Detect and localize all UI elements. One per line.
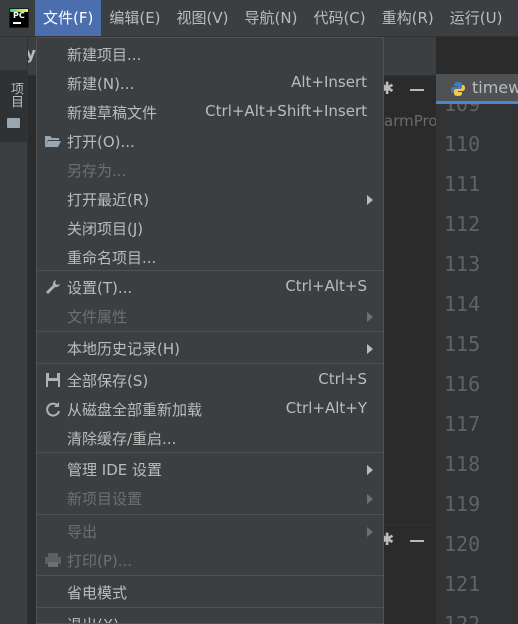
menu-run[interactable]: 运行(U) [442,0,511,36]
line-number: 109 [444,104,481,116]
editor-tab[interactable]: timew [436,74,518,104]
line-number-gutter: 109 110 111 112 113 114 115 116 117 118 … [436,104,518,624]
submenu-arrow-icon [367,312,373,322]
menu-separator [37,514,383,515]
line-number: 121 [444,572,481,596]
menu-item-label: 文件属性 [67,308,128,326]
editor-tab-name: timew [472,78,518,97]
menu-code[interactable]: 代码(C) [305,0,373,36]
save-icon [46,373,60,387]
menu-file[interactable]: 文件(F) [35,0,102,36]
submenu-arrow-icon [367,344,373,354]
menu-item-label: 新建(N)... [67,75,135,93]
print-icon [45,553,61,567]
menu-separator [37,452,383,453]
menu-item-manage-ide-settings[interactable]: 管理 IDE 设置 [37,455,383,484]
line-number: 122 [444,612,481,624]
menu-item-label: 从磁盘全部重新加载 [67,401,203,419]
menu-item-label: 新项目设置 [67,490,143,508]
line-number: 111 [444,172,481,196]
menu-view[interactable]: 视图(V) [169,0,237,36]
menu-item-new-project[interactable]: 新建项目... [37,40,383,69]
menu-item-shortcut: Alt+Insert [291,73,367,91]
menu-refactor[interactable]: 重构(R) [374,0,442,36]
file-menu-dropdown: 新建项目... 新建(N)... Alt+Insert 新建草稿文件 Ctrl+… [36,37,384,624]
menu-item-reload-all[interactable]: 从磁盘全部重新加载 Ctrl+Alt+Y [37,395,383,424]
menu-item-new[interactable]: 新建(N)... Alt+Insert [37,69,383,98]
line-number: 117 [444,412,481,436]
line-number: 115 [444,332,481,356]
project-path-fragment: armPro [384,112,438,130]
menu-item-power-save-mode[interactable]: 省电模式 [37,578,383,607]
menu-item-shortcut: Ctrl+Alt+Shift+Insert [205,102,367,120]
menu-item-shortcut: Ctrl+S [318,370,367,388]
menu-item-label: 清除缓存/重启... [67,430,177,448]
line-number: 116 [444,372,481,396]
python-file-icon [451,82,465,96]
menu-item-label: 另存为... [67,162,127,180]
pycharm-logo-icon: PC [9,8,29,28]
line-number: 114 [444,292,481,316]
menu-item-print[interactable]: 打印(P)... [37,546,383,575]
menu-item-export[interactable]: 导出 [37,517,383,546]
menu-separator [37,331,383,332]
menu-separator [37,575,383,576]
project-tool-tab[interactable]: 项目 [0,70,27,142]
menu-item-label: 全部保存(S) [67,372,149,390]
menu-item-label: 本地历史记录(H) [67,340,180,358]
menu-edit[interactable]: 编辑(E) [101,0,168,36]
menu-item-label: 设置(T)... [67,279,133,297]
wrench-icon [46,280,60,294]
submenu-arrow-icon [367,494,373,504]
menu-item-label: 新建项目... [67,46,142,64]
menu-item-invalidate-caches[interactable]: 清除缓存/重启... [37,424,383,453]
menu-item-exit[interactable]: 退出(X) [37,610,383,623]
line-number: 119 [444,492,481,516]
menu-item-label: 管理 IDE 设置 [67,461,162,479]
menu-item-label: 打开最近(R) [67,191,150,209]
menu-item-label: 导出 [67,523,98,541]
menu-item-label: 退出(X) [67,614,119,623]
project-tool-label: 项目 [8,82,23,108]
submenu-arrow-icon [367,465,373,475]
menu-item-label: 打开(O)... [67,133,135,151]
menu-item-local-history[interactable]: 本地历史记录(H) [37,334,383,363]
minimize-icon[interactable] [410,540,424,542]
line-number: 118 [444,452,481,476]
menu-item-label: 打印(P)... [67,552,133,570]
menu-item-save-all[interactable]: 全部保存(S) Ctrl+S [37,366,383,395]
submenu-arrow-icon [367,195,373,205]
main-menubar: PC 文件(F) 编辑(E) 视图(V) 导航(N) 代码(C) 重构(R) 运… [0,0,518,37]
menu-navigate[interactable]: 导航(N) [237,0,306,36]
folder-icon [7,118,20,128]
menu-item-label: 省电模式 [67,584,128,602]
reload-icon [46,402,60,417]
line-number: 113 [444,252,481,276]
menu-item-save-as[interactable]: 另存为... [37,156,383,185]
menu-separator [37,363,383,364]
menu-separator [37,607,383,608]
menu-item-label: 新建草稿文件 [67,104,158,122]
menu-item-close-project[interactable]: 关闭项目(J) [37,214,383,243]
menu-item-new-project-settings[interactable]: 新项目设置 [37,484,383,513]
line-number: 110 [444,132,481,156]
menu-item-label: 关闭项目(J) [67,220,144,238]
minimize-icon[interactable] [410,89,424,91]
menu-item-shortcut: Ctrl+Alt+Y [285,399,367,417]
menu-item-label: 重命名项目... [67,249,157,267]
menu-item-settings[interactable]: 设置(T)... Ctrl+Alt+S [37,273,383,302]
menu-item-shortcut: Ctrl+Alt+S [285,277,367,295]
menu-item-rename-project[interactable]: 重命名项目... [37,243,383,272]
menu-separator [37,270,383,271]
line-number: 112 [444,212,481,236]
menu-item-new-scratch[interactable]: 新建草稿文件 Ctrl+Alt+Shift+Insert [37,98,383,127]
line-number: 120 [444,532,481,556]
folder-open-icon [45,136,61,147]
submenu-arrow-icon [367,527,373,537]
menu-item-open[interactable]: 打开(O)... [37,127,383,156]
menu-item-file-properties[interactable]: 文件属性 [37,302,383,331]
menu-item-open-recent[interactable]: 打开最近(R) [37,185,383,214]
